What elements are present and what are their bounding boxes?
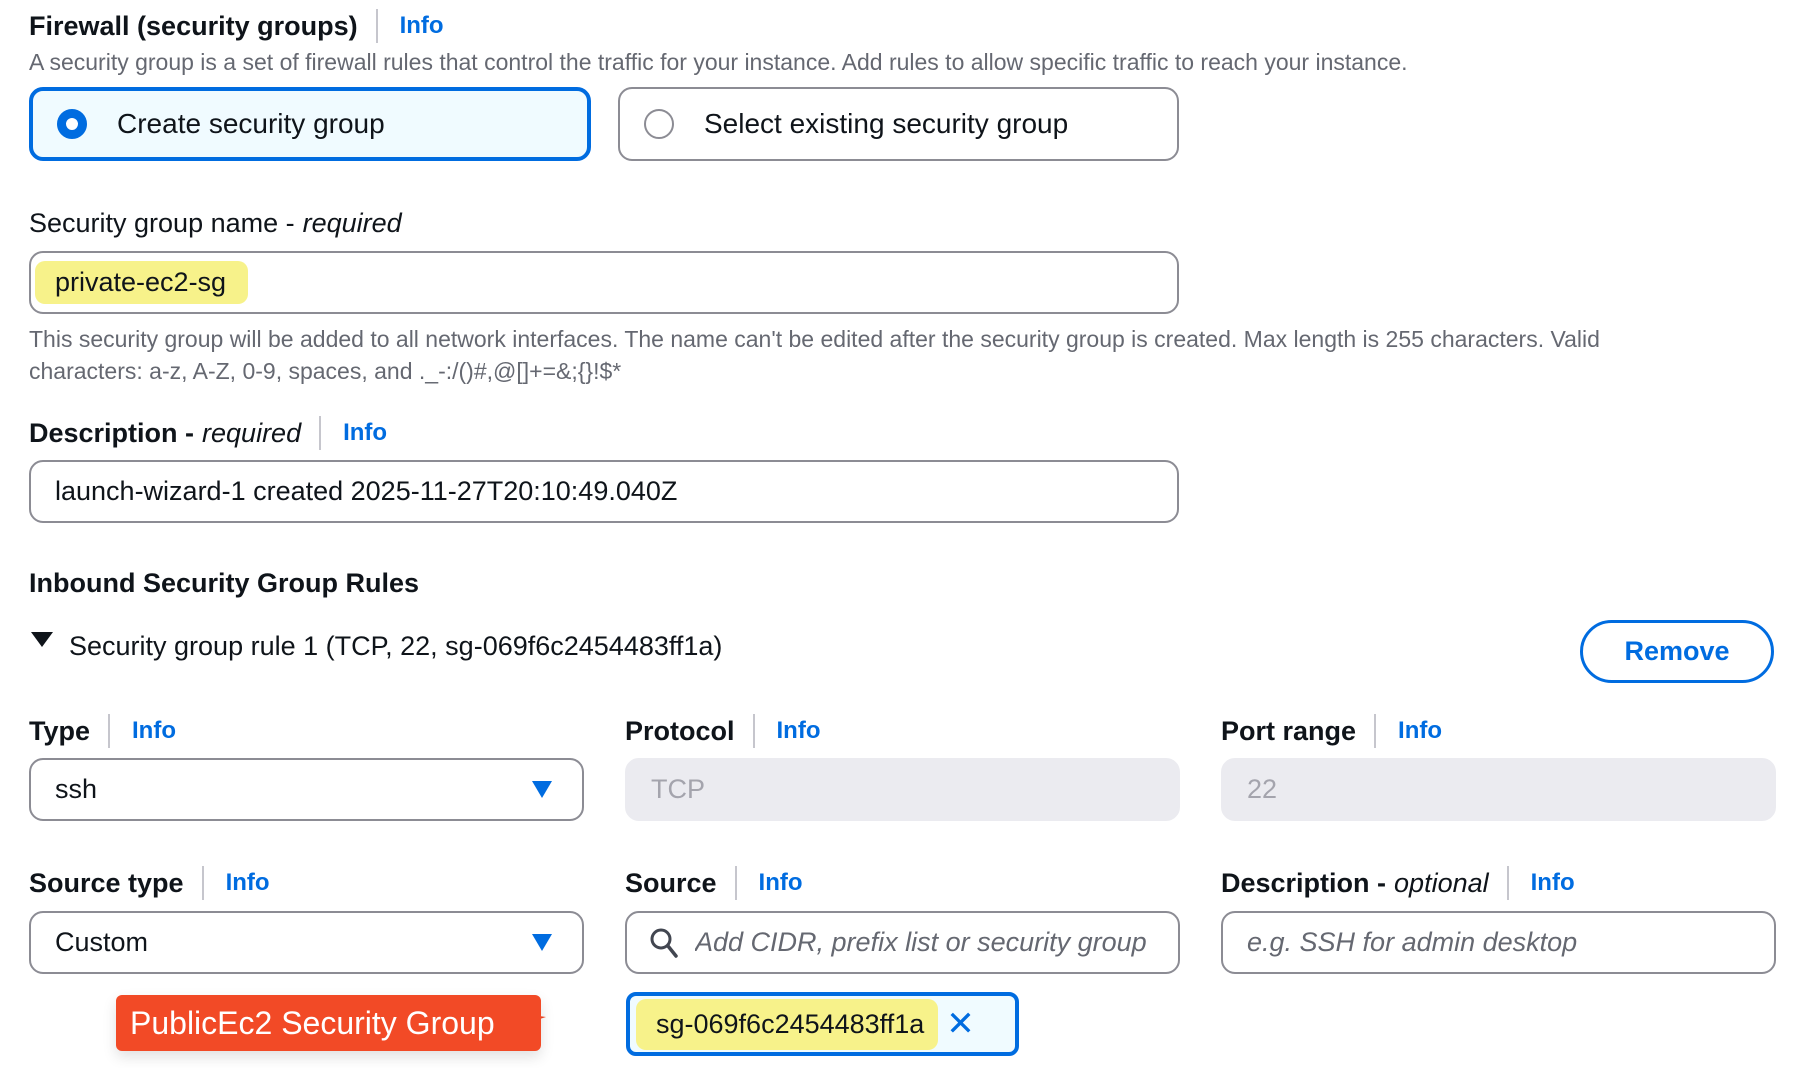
option-label: Create security group — [117, 108, 385, 139]
label-text: Description - — [29, 417, 195, 448]
label-text: Description - — [1221, 867, 1387, 898]
protocol-label: Protocol Info — [625, 713, 821, 749]
rule-description-input[interactable]: e.g. SSH for admin desktop — [1221, 911, 1776, 974]
help-line-1: This security group will be added to all… — [29, 326, 1600, 352]
dropdown-caret-icon — [532, 781, 552, 798]
divider — [752, 714, 755, 748]
rule-description-label: Description - optional Info — [1221, 865, 1575, 901]
protocol-input: TCP — [625, 758, 1180, 821]
firewall-heading: Firewall (security groups) Info — [29, 8, 444, 44]
port-range-info-link[interactable]: Info — [1398, 717, 1442, 745]
divider — [734, 866, 737, 900]
divider — [1506, 866, 1509, 900]
search-icon — [650, 928, 678, 958]
sg-name-input[interactable]: private-ec2-sg — [29, 251, 1179, 314]
source-type-info-link[interactable]: Info — [226, 869, 270, 897]
sg-name-label: Security group name - required — [29, 205, 402, 241]
rule-description-placeholder: e.g. SSH for admin desktop — [1247, 927, 1578, 957]
option-label: Select existing security group — [704, 108, 1069, 139]
source-search-input[interactable]: Add CIDR, prefix list or security group — [625, 911, 1180, 974]
label-text: Source — [625, 867, 717, 898]
source-info-link[interactable]: Info — [759, 869, 803, 897]
label-qualifier: optional — [1394, 867, 1489, 898]
radio-unselected-icon — [644, 109, 674, 139]
sg-name-help: This security group will be added to all… — [29, 323, 1789, 387]
firewall-description: A security group is a set of firewall ru… — [29, 49, 1408, 75]
divider — [108, 714, 111, 748]
divider — [1374, 714, 1377, 748]
rule-description-info-link[interactable]: Info — [1531, 869, 1575, 897]
label-qualifier: required — [202, 417, 302, 448]
description-input[interactable]: launch-wizard-1 created 2025-11-27T20:10… — [29, 460, 1179, 523]
select-existing-security-group-option[interactable]: Select existing security group — [618, 87, 1179, 161]
divider — [201, 866, 204, 900]
label-text: Protocol — [625, 715, 735, 746]
divider — [375, 9, 378, 43]
source-token: sg-069f6c2454483ff1a ✕ — [626, 992, 1019, 1056]
port-range-input: 22 — [1221, 758, 1776, 821]
source-token-value: sg-069f6c2454483ff1a — [636, 998, 939, 1050]
description-label: Description - required Info — [29, 415, 387, 451]
type-select[interactable]: ssh — [29, 758, 584, 821]
remove-button[interactable]: Remove — [1580, 620, 1774, 683]
radio-selected-icon — [57, 109, 87, 139]
expand-triangle-icon[interactable] — [31, 632, 53, 647]
label-text: Type — [29, 715, 91, 746]
firewall-title: Firewall (security groups) — [29, 10, 358, 41]
label-qualifier: required — [302, 207, 402, 238]
protocol-value: TCP — [651, 774, 705, 804]
type-info-link[interactable]: Info — [132, 717, 176, 745]
type-value: ssh — [55, 774, 98, 804]
create-security-group-option[interactable]: Create security group — [29, 87, 591, 161]
help-line-2: characters: a-z, A-Z, 0-9, spaces, and .… — [29, 358, 622, 384]
description-value: launch-wizard-1 created 2025-11-27T20:10… — [55, 476, 678, 506]
type-label: Type Info — [29, 713, 176, 749]
remove-token-icon[interactable]: ✕ — [946, 1007, 975, 1041]
annotation-callout: PublicEc2 Security Group — [116, 995, 546, 1051]
divider — [319, 416, 322, 450]
source-type-label: Source type Info — [29, 865, 270, 901]
firewall-info-link[interactable]: Info — [400, 12, 444, 40]
source-type-value: Custom — [55, 927, 149, 957]
annotation-label: PublicEc2 Security Group — [116, 995, 541, 1051]
dropdown-caret-icon — [532, 934, 552, 951]
protocol-info-link[interactable]: Info — [777, 717, 821, 745]
source-type-select[interactable]: Custom — [29, 911, 584, 974]
description-info-link[interactable]: Info — [343, 419, 387, 447]
label-text: Source type — [29, 867, 184, 898]
label-text: Security group name - — [29, 207, 295, 238]
source-label: Source Info — [625, 865, 803, 901]
port-range-value: 22 — [1247, 774, 1278, 804]
source-placeholder: Add CIDR, prefix list or security group — [695, 927, 1147, 957]
inbound-heading: Inbound Security Group Rules — [29, 567, 420, 598]
sg-name-value: private-ec2-sg — [35, 261, 249, 304]
rule-title[interactable]: Security group rule 1 (TCP, 22, sg-069f6… — [69, 631, 722, 662]
label-text: Port range — [1221, 715, 1357, 746]
port-range-label: Port range Info — [1221, 713, 1442, 749]
